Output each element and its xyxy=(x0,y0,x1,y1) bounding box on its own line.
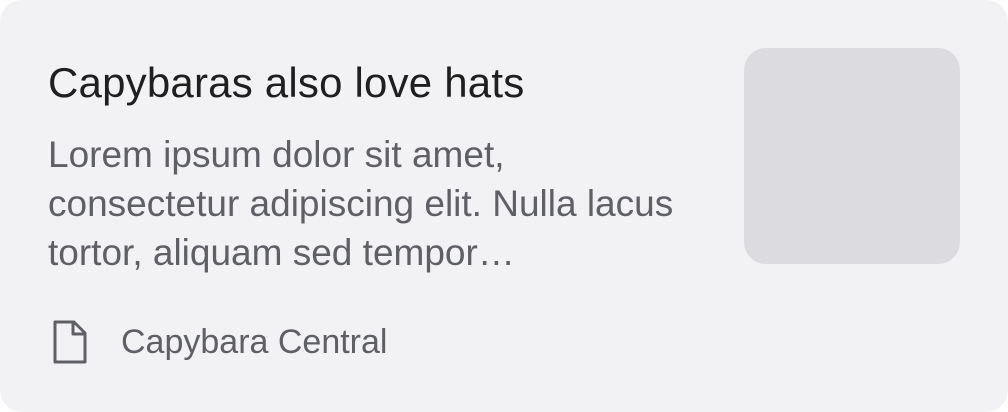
card-text-column: Capybaras also love hats Lorem ipsum dol… xyxy=(48,54,708,277)
card-summary: Lorem ipsum dolor sit amet, consectetur … xyxy=(48,134,674,273)
document-icon xyxy=(52,320,88,364)
card-title[interactable]: Capybaras also love hats xyxy=(48,54,708,112)
card-thumbnail xyxy=(744,48,960,264)
source-name: Capybara Central xyxy=(121,323,388,361)
news-card[interactable]: Capybaras also love hats Lorem ipsum dol… xyxy=(0,0,1008,412)
card-source: Capybara Central xyxy=(52,318,387,366)
